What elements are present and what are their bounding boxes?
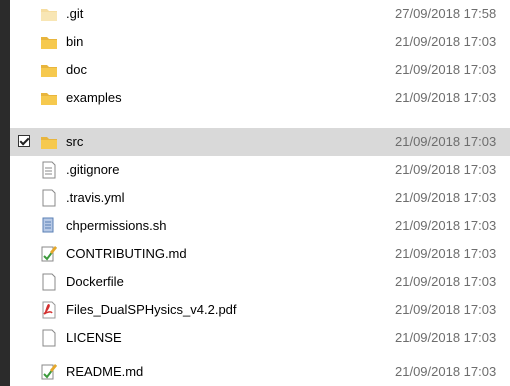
blank-file-icon [40,273,58,291]
file-date: 21/09/2018 17:03 [395,218,497,233]
bottom-strip: README.md 21/09/2018 17:03 [0,358,510,386]
folder-icon [40,61,58,79]
file-name: Dockerfile [66,274,124,289]
folder-icon [40,89,58,107]
file-name: CONTRIBUTING.md [66,246,187,261]
file-date: 21/09/2018 17:03 [395,302,497,317]
pdf-file-icon [40,301,58,319]
file-date: 21/09/2018 17:03 [395,90,497,105]
file-row-pdf[interactable]: Files_DualSPHysics_v4.2.pdf 21/09/2018 1… [10,296,510,324]
file-name: .travis.yml [66,190,125,205]
file-list: .git 27/09/2018 17:58 bin 21/09/2018 17:… [10,0,510,358]
file-row-doc[interactable]: doc 21/09/2018 17:03 [10,56,510,84]
file-date: 21/09/2018 17:03 [395,134,497,149]
file-row-readme[interactable]: README.md 21/09/2018 17:03 [10,358,510,386]
file-name: LICENSE [66,330,122,345]
selection-checkbox[interactable] [18,135,30,147]
blank-file-icon [40,189,58,207]
folder-icon [40,133,58,151]
file-name: bin [66,34,84,49]
file-date: 21/09/2018 17:03 [395,34,497,49]
file-date: 21/09/2018 17:03 [395,274,497,289]
folder-faded-icon [40,5,58,23]
markdown-edit-icon [40,245,58,263]
file-row-license[interactable]: LICENSE 21/09/2018 17:03 [10,324,510,352]
file-row-bin[interactable]: bin 21/09/2018 17:03 [10,28,510,56]
file-row-contributing[interactable]: CONTRIBUTING.md 21/09/2018 17:03 [10,240,510,268]
text-file-icon [40,161,58,179]
file-row-gitignore[interactable]: .gitignore 21/09/2018 17:03 [10,156,510,184]
file-name: doc [66,62,87,77]
script-file-icon [40,217,58,235]
file-row-dockerfile[interactable]: Dockerfile 21/09/2018 17:03 [10,268,510,296]
file-name: README.md [66,364,144,379]
file-date: 21/09/2018 17:03 [395,190,497,205]
file-date: 21/09/2018 17:03 [395,62,497,77]
file-name: Files_DualSPHysics_v4.2.pdf [66,302,237,317]
file-name: chpermissions.sh [66,218,167,233]
file-date: 27/09/2018 17:58 [395,6,497,21]
file-row-examples[interactable]: examples 21/09/2018 17:03 [10,84,510,112]
file-row-chpermissions[interactable]: chpermissions.sh 21/09/2018 17:03 [10,212,510,240]
file-date: 21/09/2018 17:03 [395,162,497,177]
file-row-git[interactable]: .git 27/09/2018 17:58 [10,0,510,28]
file-date: 21/09/2018 17:03 [395,330,497,345]
file-name: examples [66,90,122,105]
file-name: src [66,134,84,149]
file-name: .git [66,6,84,21]
file-row-src[interactable]: src 21/09/2018 17:03 [10,128,510,156]
blank-file-icon [40,329,58,347]
folder-icon [40,33,58,51]
file-name: .gitignore [66,162,120,177]
file-date: 21/09/2018 17:03 [395,364,497,379]
markdown-edit-icon [40,363,58,381]
file-date: 21/09/2018 17:03 [395,246,497,261]
file-row-travis[interactable]: .travis.yml 21/09/2018 17:03 [10,184,510,212]
